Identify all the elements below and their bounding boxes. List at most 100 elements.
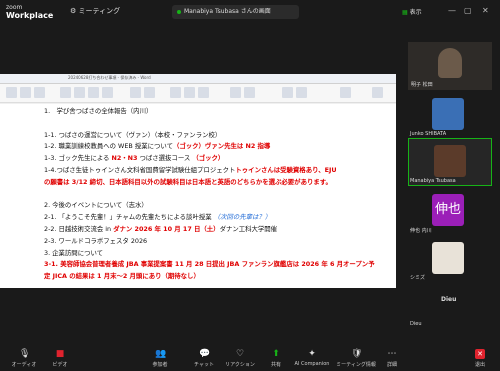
- share-active-icon: [177, 10, 181, 14]
- document-text-run: トゥインさんは受験資格あり、EJU: [235, 166, 337, 174]
- settings-icon[interactable]: ⚙: [70, 7, 76, 15]
- document-text-run: 3-1. 美容師協会普理者養成 JBA 事業提案書 11 月 28 日提出 JB…: [44, 260, 375, 269]
- document-title: 20240628打ち合わせ事項 - 保存済み - Word: [68, 75, 151, 80]
- ribbon-icon[interactable]: [74, 87, 85, 98]
- document-text-run: 定 JICA の結果は 1 月末〜2 月頭にあり（期待なし）: [44, 272, 200, 281]
- shared-screen: 20240628打ち合わせ事項 - 保存済み - Word 1. 学び舎つばさの…: [0, 74, 396, 288]
- minimize-icon[interactable]: —: [448, 7, 456, 15]
- meeting-toolbar: 🎙 オーディオ ■ ビデオ 👥 参加者 💬 チャット ♡ リアクション ⬆ 共有…: [0, 346, 500, 371]
- document-line: 3-1. 美容師協会普理者養成 JBA 事業提案書 11 月 28 日提出 JB…: [44, 260, 375, 269]
- participant-name: Dieu: [441, 296, 457, 303]
- participant-name: 伸也 内川: [410, 228, 432, 234]
- document-page: 1. 学び舎つばさの全体報告（内川） 1-1. つばさの運営について（ヴァン）（本…: [0, 104, 396, 288]
- document-line: 1-2. 職業訓練校教員への WEB 授業について（ゴック）ヴァン先生は N2 …: [44, 142, 270, 151]
- view-button[interactable]: ▦ 表示: [402, 7, 422, 16]
- document-text-run: ダナン 2026 年 10 月 17 日（土）: [113, 225, 220, 233]
- ribbon-icon[interactable]: [102, 87, 113, 98]
- ribbon-icon[interactable]: [170, 87, 181, 98]
- document-line: 1. 学び舎つばさの全体報告（内川）: [44, 107, 152, 116]
- reactions-button[interactable]: ♡ リアクション: [220, 349, 260, 368]
- ribbon-icon[interactable]: [372, 87, 383, 98]
- participant-name: Manabiya Tsubasa: [410, 178, 456, 184]
- ai-companion-icon: ✦: [308, 349, 316, 359]
- chat-icon: 💬: [199, 349, 211, 359]
- document-text-run: （ゴック）: [192, 154, 225, 163]
- document-line: 2-3. ワールドコラボフェスタ 2026: [44, 237, 147, 246]
- share-icon: ⬆: [272, 349, 280, 359]
- word-title-bar: 20240628打ち合わせ事項 - 保存済み - Word: [0, 74, 396, 84]
- info-icon: 🛡: [351, 349, 363, 359]
- document-line: 1-4.つばさ生徒トゥインさん文科省国費留学試験仕組プロジェクトトゥインさんは受…: [44, 166, 337, 175]
- leave-button[interactable]: ✕ 退出: [460, 349, 500, 368]
- more-button[interactable]: ⋯ 詳細: [372, 349, 412, 368]
- video-button[interactable]: ■ ビデオ: [40, 349, 80, 368]
- participant-name: Junko SHIBATA: [410, 131, 447, 137]
- audio-button[interactable]: 🎙 オーディオ: [4, 349, 44, 368]
- participant-video: [438, 48, 462, 78]
- document-text-run: 1-3. ゴック先生による: [44, 154, 112, 163]
- document-line: 1-3. ゴック先生による N2・N3 つばさ選抜コース （ゴック）: [44, 154, 224, 163]
- ribbon-icon[interactable]: [60, 87, 71, 98]
- word-ribbon: [0, 84, 396, 103]
- document-text-run: 1-1. つばさの運営について（ヴァン）（本校・ファンラン校）: [44, 130, 222, 139]
- document-text-run: （ゴック）ヴァン先生は N2 指導: [172, 142, 271, 151]
- maximize-icon[interactable]: ▢: [464, 7, 472, 15]
- more-icon: ⋯: [387, 349, 397, 359]
- document-text-run: つばさ選抜コース: [137, 154, 193, 163]
- document-text-run: 2-3. ワールドコラボフェスタ 2026: [44, 236, 148, 245]
- document-text-run: 1-2. 職業訓練校教員への WEB 授業について: [44, 142, 173, 151]
- meeting-menu[interactable]: ⚙ ミーティング: [70, 6, 120, 16]
- top-bar: zoom Workplace ⚙ ミーティング Manabiya Tsubasa…: [0, 0, 500, 24]
- document-text-run: 1. 学び舎つばさの全体報告（内川）: [44, 107, 153, 115]
- ribbon-icon[interactable]: [144, 87, 155, 98]
- ai-companion-button[interactable]: ✦ AI Companion: [292, 349, 332, 367]
- document-text-run: 2-1. 「ようこそ先輩！」チャムの先輩たちによる談叶授業: [44, 213, 214, 222]
- ribbon-icon[interactable]: [130, 87, 141, 98]
- ribbon-icon[interactable]: [282, 87, 293, 98]
- document-text-run: 3. 企業訪問について: [44, 248, 104, 257]
- document-line: 2-1. 「ようこそ先輩！」チャムの先輩たちによる談叶授業 （次回の先輩は？）: [44, 213, 271, 222]
- document-text-run: （次回の先輩は？）: [213, 213, 272, 222]
- close-icon[interactable]: ✕: [482, 7, 489, 15]
- document-text-run: 2-2. 日越技術交流会 in: [44, 225, 114, 233]
- avatar: [434, 145, 466, 177]
- share-label: Manabiya Tsubasa さんの画面: [184, 8, 271, 15]
- document-text-run: N2・N3: [111, 154, 138, 163]
- document-line: 2-2. 日越技術交流会 in ダナン 2026 年 10 月 17 日（土）ダ…: [44, 225, 277, 234]
- ribbon-icon[interactable]: [88, 87, 99, 98]
- document-line: 定 JICA の結果は 1 月末〜2 月頭にあり（期待なし）: [44, 272, 200, 281]
- screen-share-tab[interactable]: Manabiya Tsubasa さんの画面: [172, 5, 299, 19]
- document-line: 2. 今後のイベントについて（志水）: [44, 201, 148, 210]
- document-text-run: 2. 今後のイベントについて（志水）: [44, 201, 148, 210]
- share-button[interactable]: ⬆ 共有: [256, 349, 296, 368]
- ribbon-icon[interactable]: [230, 87, 241, 98]
- view-label: 表示: [409, 9, 422, 16]
- chat-button[interactable]: 💬 チャット: [184, 349, 224, 368]
- ribbon-icon[interactable]: [184, 87, 195, 98]
- participants-button[interactable]: 👥 参加者: [140, 349, 180, 368]
- ribbon-icon[interactable]: [340, 87, 351, 98]
- participant-name: 明子 松田: [411, 82, 433, 88]
- reaction-icon: ♡: [235, 349, 245, 359]
- avatar: [432, 98, 464, 130]
- app-logo: zoom Workplace: [6, 4, 53, 20]
- video-icon: ■: [55, 349, 65, 359]
- leave-icon: ✕: [475, 349, 485, 359]
- ribbon-icon[interactable]: [34, 87, 45, 98]
- document-text-run: ダナン工科大学開催: [219, 225, 278, 233]
- app-name-bottom: Workplace: [6, 11, 54, 20]
- ribbon-icon[interactable]: [20, 87, 31, 98]
- grid-icon: ▦: [402, 9, 408, 16]
- document-line: の願書は 3/12 締切、日本語科目以外の試験科目は日本語と英語のどちらかを選ぶ…: [44, 178, 332, 187]
- meeting-info-button[interactable]: 🛡 ミーティング情報: [336, 349, 376, 368]
- avatar: [432, 242, 464, 274]
- ribbon-icon[interactable]: [198, 87, 209, 98]
- participants-icon: 👥: [155, 349, 167, 359]
- ribbon-icon[interactable]: [244, 87, 255, 98]
- ribbon-icon[interactable]: [296, 87, 307, 98]
- ribbon-icon[interactable]: [6, 87, 17, 98]
- participant-name: Dieu: [410, 321, 422, 327]
- avatar: 伸也: [432, 194, 464, 226]
- participant-video-tile[interactable]: 明子 松田: [408, 42, 492, 90]
- document-text-run: の願書は 3/12 締切、日本語科目以外の試験科目は日本語と英語のどちらかを選ぶ…: [44, 177, 332, 186]
